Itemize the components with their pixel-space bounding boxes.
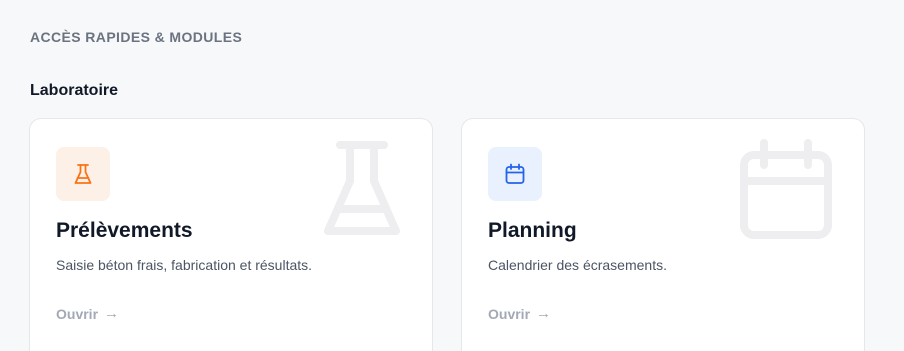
card-description: Calendrier des écrasements.	[488, 257, 667, 273]
card-description: Saisie béton frais, fabrication et résul…	[56, 257, 313, 273]
open-link[interactable]: Ouvrir →	[56, 305, 119, 322]
group-title-laboratoire: Laboratoire	[30, 82, 119, 99]
card-title: Prélèvements	[56, 219, 193, 242]
quick-access-page: ACCÈS RAPIDES & MODULES Laboratoire Prél…	[0, 0, 904, 351]
flask-icon-container	[56, 147, 110, 201]
calendar-background-icon	[740, 139, 832, 239]
card-title: Planning	[488, 219, 577, 242]
calendar-icon	[505, 163, 525, 184]
flask-icon	[74, 164, 92, 184]
open-link-label: Ouvrir	[488, 305, 531, 322]
module-card-planning[interactable]: Planning Calendrier des écrasements. Ouv…	[461, 118, 865, 351]
arrow-right-icon: →	[536, 305, 552, 322]
module-card-prelevements[interactable]: Prélèvements Saisie béton frais, fabrica…	[29, 118, 433, 351]
open-link[interactable]: Ouvrir →	[488, 305, 551, 322]
arrow-right-icon: →	[104, 305, 120, 322]
section-title: ACCÈS RAPIDES & MODULES	[30, 29, 243, 45]
flask-background-icon	[324, 141, 400, 235]
open-link-label: Ouvrir	[56, 305, 99, 322]
calendar-icon-container	[488, 147, 542, 201]
